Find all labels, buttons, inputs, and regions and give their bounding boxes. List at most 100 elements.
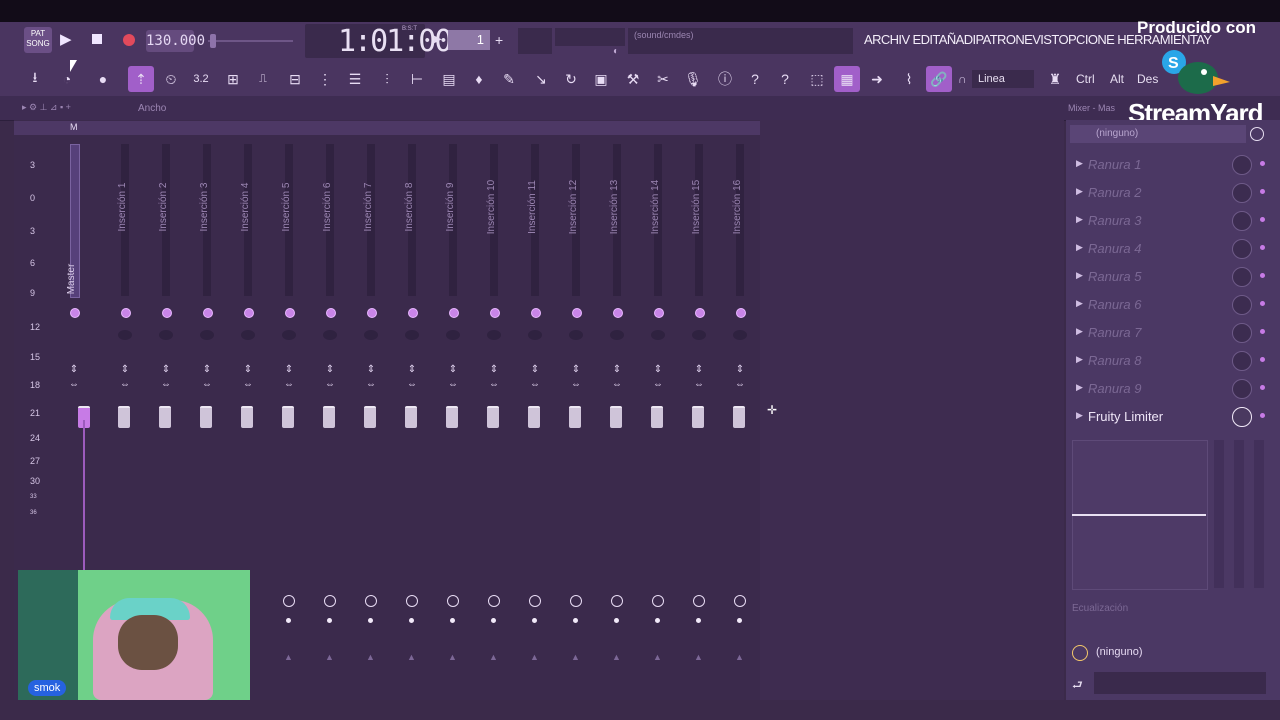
step-edit-icon[interactable]: ⊟ (282, 66, 308, 92)
info-icon[interactable]: ⓘ (712, 66, 738, 92)
stereo-separation-control[interactable]: ⇕ ⇔ (323, 362, 337, 392)
slot-enable-led[interactable] (1260, 301, 1265, 306)
slot-enable-led[interactable] (1260, 329, 1265, 334)
stereo-separation-control[interactable]: ⇕ ⇔ (651, 362, 665, 392)
effect-slot[interactable]: ▶ Ranura 5 (1072, 264, 1265, 290)
volume-fader[interactable] (282, 406, 294, 428)
strip-enable-led[interactable] (613, 308, 623, 318)
mixer-strip-insert[interactable]: Inserción 8 ⇕ ⇔ ▲ (396, 140, 432, 700)
eq-high-slider[interactable] (1254, 440, 1264, 588)
slot-mix-knob[interactable] (1232, 379, 1252, 399)
send-dot[interactable] (450, 618, 455, 623)
volume-fader[interactable] (118, 406, 130, 428)
pan-knob[interactable] (118, 330, 132, 340)
pan-knob[interactable] (364, 330, 378, 340)
stereo-separation-control[interactable]: ⇕ ⇔ (405, 362, 419, 392)
effect-slot[interactable]: ▶ Ranura 8 (1072, 348, 1265, 374)
cut-icon[interactable]: ✂ (650, 66, 676, 92)
stereo-separation-control[interactable]: ⇕ ⇔ (569, 362, 583, 392)
volume-fader[interactable] (200, 406, 212, 428)
send-knob[interactable] (324, 595, 336, 607)
mixer-strip-insert[interactable]: Inserción 14 ⇕ ⇔ ▲ (642, 140, 678, 700)
mixer-strip-insert[interactable]: Inserción 13 ⇕ ⇔ ▲ (601, 140, 637, 700)
pan-knob[interactable] (241, 330, 255, 340)
send-knob[interactable] (652, 595, 664, 607)
effect-slot[interactable]: ▶ Ranura 4 (1072, 236, 1265, 262)
send-knob[interactable] (365, 595, 377, 607)
plugin-picker-icon[interactable]: ♦ (466, 66, 492, 92)
alt-key[interactable]: Alt (1110, 72, 1124, 86)
strip-enable-led[interactable] (326, 308, 336, 318)
strip-enable-led[interactable] (572, 308, 582, 318)
send-dot[interactable] (573, 618, 578, 623)
slot-enable-led[interactable] (1260, 245, 1265, 250)
volume-fader[interactable] (364, 406, 376, 428)
plug-icon[interactable]: ⌇ (896, 66, 922, 92)
route-arrow-icon[interactable]: ▲ (571, 652, 580, 662)
send-knob[interactable] (529, 595, 541, 607)
route-arrow-icon[interactable]: ▲ (284, 652, 293, 662)
volume-fader[interactable] (323, 406, 335, 428)
pan-knob[interactable] (487, 330, 501, 340)
metronome-bell-icon[interactable]: ♜ (1042, 66, 1068, 92)
slot-mix-knob[interactable] (1232, 295, 1252, 315)
stereo-separation-control[interactable]: ⇕ ⇔ (159, 362, 173, 392)
question-icon[interactable]: ? (772, 66, 798, 92)
pan-knob[interactable] (200, 330, 214, 340)
send-knob[interactable] (406, 595, 418, 607)
send-dot[interactable] (696, 618, 701, 623)
effect-slot[interactable]: ▶ Ranura 1 (1072, 152, 1265, 178)
volume-fader[interactable] (733, 406, 745, 428)
effect-slot[interactable]: ▶ Ranura 3 (1072, 208, 1265, 234)
stereo-separation-control[interactable]: ⇕ ⇔ (528, 362, 542, 392)
volume-fader[interactable] (241, 406, 253, 428)
strip-enable-led[interactable] (121, 308, 131, 318)
mixer-strip-insert[interactable]: Inserción 5 ⇕ ⇔ ▲ (273, 140, 309, 700)
send-knob[interactable] (570, 595, 582, 607)
route-arrow-icon[interactable]: ▲ (366, 652, 375, 662)
strip-enable-led[interactable] (70, 308, 80, 318)
slot-expand-icon[interactable]: ▶ (1076, 214, 1083, 225)
route-arrow-icon[interactable]: ▲ (735, 652, 744, 662)
stereo-separation-control[interactable]: ⇕ ⇔ (487, 362, 501, 392)
stereo-separation-control[interactable]: ⇕ ⇔ (733, 362, 747, 392)
send-dot[interactable] (409, 618, 414, 623)
effect-slot[interactable]: ▶ Ranura 7 (1072, 320, 1265, 346)
slot-expand-icon[interactable]: ▶ (1076, 186, 1083, 197)
strip-enable-led[interactable] (367, 308, 377, 318)
route-arrow-icon[interactable]: ▲ (325, 652, 334, 662)
slot-enable-led[interactable] (1260, 217, 1265, 222)
stereo-separation-control[interactable]: ⇕ ⇔ (446, 362, 460, 392)
pan-knob[interactable] (528, 330, 542, 340)
loop-icon[interactable]: ↻ (558, 66, 584, 92)
microphone-icon[interactable]: 🎙 (680, 66, 706, 92)
effect-slot[interactable]: ▶ Ranura 6 (1072, 292, 1265, 318)
pan-knob[interactable] (692, 330, 706, 340)
slot-expand-icon[interactable]: ▶ (1076, 298, 1083, 309)
slot-expand-icon[interactable]: ▶ (1076, 326, 1083, 337)
volume-fader[interactable] (528, 406, 540, 428)
pan-knob[interactable] (159, 330, 173, 340)
download-icon[interactable]: ⭳ (22, 66, 48, 92)
pan-knob[interactable] (610, 330, 624, 340)
strip-enable-led[interactable] (531, 308, 541, 318)
send-knob[interactable] (693, 595, 705, 607)
pitch-dial-icon[interactable]: ● (90, 66, 116, 92)
slot-mix-knob[interactable] (1232, 155, 1252, 175)
strip-enable-led[interactable] (654, 308, 664, 318)
input-select[interactable]: (ninguno) (1070, 125, 1246, 143)
slot-expand-icon[interactable]: ▶ (1076, 410, 1083, 421)
slide-icon[interactable]: ↘ (528, 66, 554, 92)
slot-expand-icon[interactable]: ▶ (1076, 242, 1083, 253)
playlist-icon[interactable]: ☰ (342, 66, 368, 92)
mixer-strip-insert[interactable]: Inserción 10 ⇕ ⇔ ▲ (478, 140, 514, 700)
slot-enable-led[interactable] (1260, 385, 1265, 390)
pan-knob[interactable] (405, 330, 419, 340)
pan-knob[interactable] (282, 330, 296, 340)
window-icon[interactable]: ⬚ (804, 66, 830, 92)
pan-knob[interactable] (651, 330, 665, 340)
stereo-separation-control[interactable]: ⇕ ⇔ (67, 362, 81, 392)
latency-clock-icon[interactable] (1250, 127, 1264, 141)
slot-enable-led[interactable] (1260, 161, 1265, 166)
slot-expand-icon[interactable]: ▶ (1076, 354, 1083, 365)
